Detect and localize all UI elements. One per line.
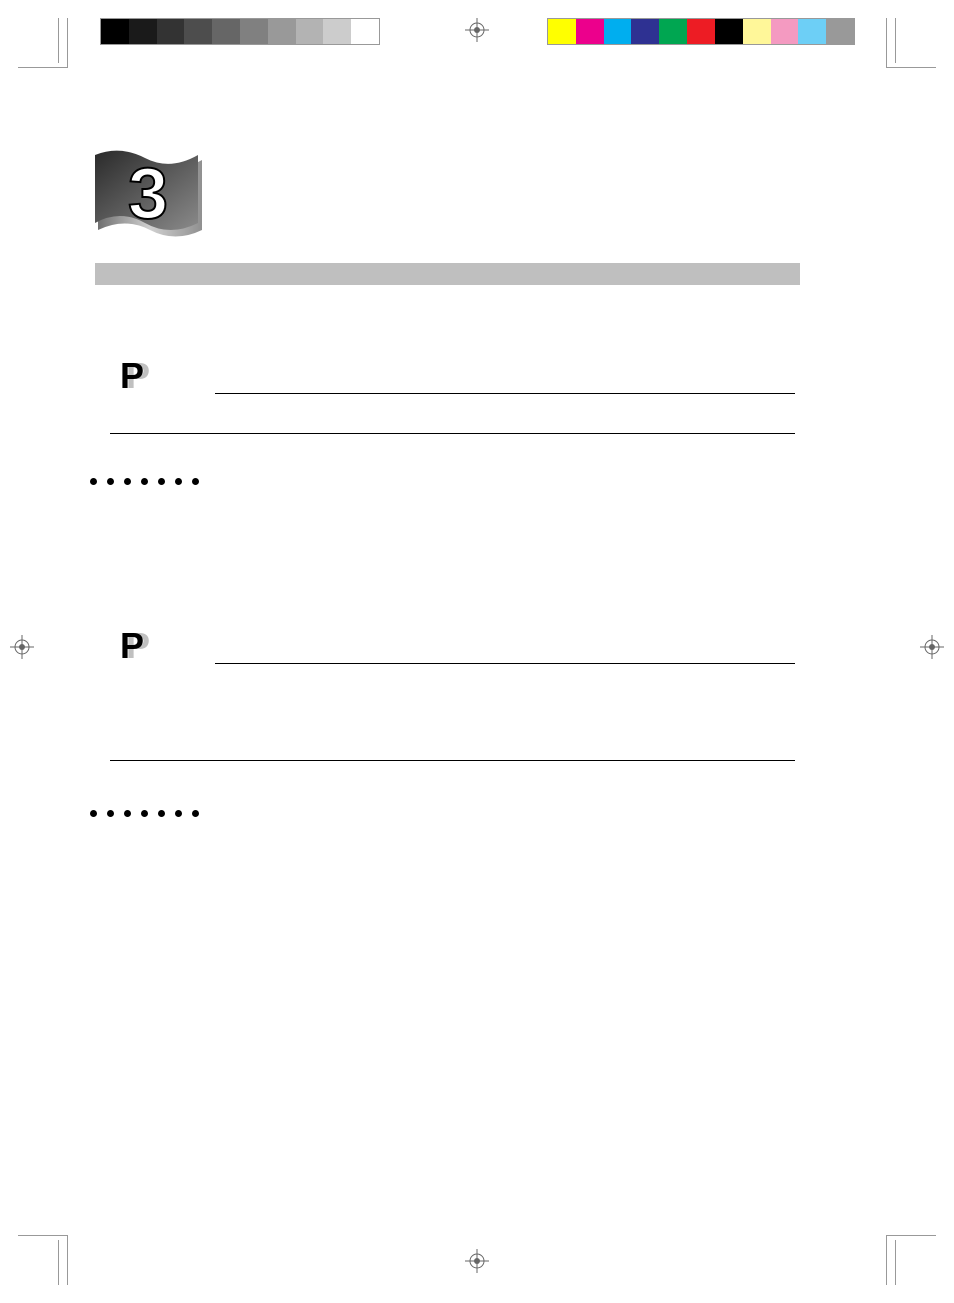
color-swatch bbox=[771, 19, 799, 44]
grayscale-calibration-bar bbox=[100, 18, 380, 45]
bullet-dot bbox=[124, 810, 131, 817]
color-swatch bbox=[351, 19, 379, 44]
bullet-dot bbox=[192, 478, 199, 485]
bullet-dot bbox=[90, 810, 97, 817]
color-swatch bbox=[715, 19, 743, 44]
chapter-number-badge: 3 bbox=[90, 145, 210, 260]
color-swatch bbox=[548, 19, 576, 44]
color-swatch bbox=[323, 19, 351, 44]
color-swatch bbox=[576, 19, 604, 44]
point-marker-icon: P P bbox=[120, 355, 165, 395]
color-calibration-bar bbox=[547, 18, 855, 45]
bullet-dots-row bbox=[90, 810, 199, 817]
color-swatch bbox=[212, 19, 240, 44]
registration-mark-corner bbox=[18, 1235, 68, 1285]
registration-mark-crosshair bbox=[10, 635, 34, 659]
color-swatch bbox=[798, 19, 826, 44]
registration-mark-corner bbox=[18, 18, 68, 68]
color-swatch bbox=[157, 19, 185, 44]
bullet-dots-row bbox=[90, 478, 199, 485]
divider-line bbox=[110, 433, 795, 434]
section-block: P P bbox=[90, 625, 800, 665]
chapter-number: 3 bbox=[128, 154, 168, 234]
divider-line bbox=[215, 663, 795, 664]
point-marker-icon: P P bbox=[120, 625, 165, 665]
divider-line bbox=[215, 393, 795, 394]
color-swatch bbox=[604, 19, 632, 44]
color-swatch bbox=[240, 19, 268, 44]
bullet-dot bbox=[141, 810, 148, 817]
bullet-dot bbox=[90, 478, 97, 485]
color-swatch bbox=[631, 19, 659, 44]
color-swatch bbox=[687, 19, 715, 44]
registration-mark-corner bbox=[886, 1235, 936, 1285]
registration-mark-crosshair bbox=[920, 635, 944, 659]
bullet-dot bbox=[107, 478, 114, 485]
color-swatch bbox=[184, 19, 212, 44]
bullet-dot bbox=[158, 478, 165, 485]
bullet-dot bbox=[107, 810, 114, 817]
color-swatch bbox=[659, 19, 687, 44]
divider-line bbox=[110, 760, 795, 761]
bullet-dot bbox=[192, 810, 199, 817]
bullet-dot bbox=[124, 478, 131, 485]
bullet-dot bbox=[175, 478, 182, 485]
bullet-dot bbox=[158, 810, 165, 817]
color-swatch bbox=[296, 19, 324, 44]
chapter-title-bar bbox=[95, 263, 800, 285]
registration-mark-crosshair bbox=[465, 18, 489, 42]
registration-mark-crosshair bbox=[465, 1249, 489, 1273]
bullet-dot bbox=[141, 478, 148, 485]
registration-mark-corner bbox=[886, 18, 936, 68]
color-swatch bbox=[268, 19, 296, 44]
color-swatch bbox=[743, 19, 771, 44]
color-swatch bbox=[101, 19, 129, 44]
color-swatch bbox=[129, 19, 157, 44]
color-swatch bbox=[826, 19, 854, 44]
section-block: P P bbox=[90, 355, 800, 395]
bullet-dot bbox=[175, 810, 182, 817]
